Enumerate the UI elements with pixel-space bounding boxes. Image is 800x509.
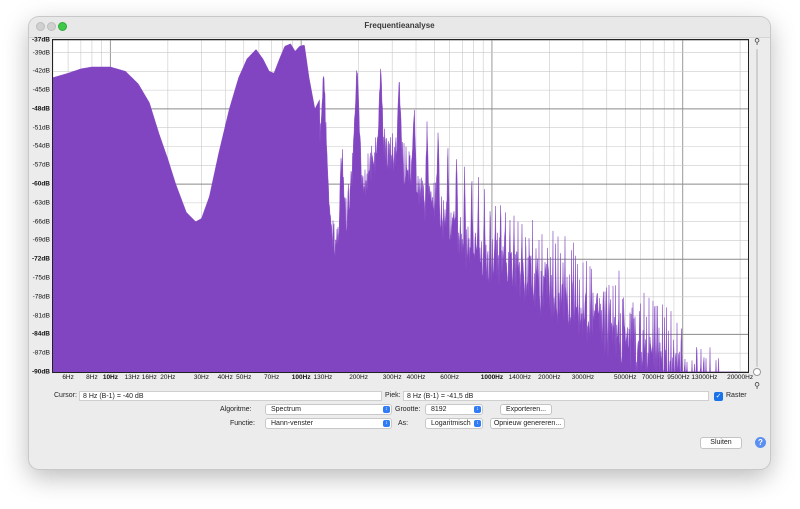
axis-select[interactable]: Logaritmisch ↕ (425, 418, 483, 429)
axis-value: Logaritmisch (431, 420, 471, 427)
x-tick-label: 400Hz (406, 374, 426, 381)
zoom-slider-track[interactable] (756, 49, 758, 367)
x-tick-label: 13000Hz (691, 374, 718, 381)
title-bar: Frequentieanalyse (29, 17, 770, 38)
size-value: 8192 (431, 406, 447, 413)
y-tick-label: -66dB (32, 218, 50, 226)
size-select[interactable]: 8192 ↕ (425, 404, 483, 415)
x-tick-label: 70Hz (264, 374, 280, 381)
algorithm-label: Algoritme: (220, 406, 252, 413)
x-tick-label: 13Hz (124, 374, 140, 381)
chevron-updown-icon: ↕ (383, 406, 390, 413)
chevron-updown-icon: ↕ (383, 420, 390, 427)
x-tick-label: 2000Hz (538, 374, 561, 381)
x-axis: 6Hz 8Hz 10Hz 13Hz 16Hz 20Hz 30Hz 40Hz 50Hz 70Hz 10… (52, 373, 753, 383)
x-tick-label: 5000Hz (614, 374, 637, 381)
window-title: Frequentieanalyse (364, 21, 435, 30)
y-tick-label: -42dB (32, 67, 50, 75)
y-tick-label: -72dB (31, 255, 50, 263)
cursor-label: Cursor: (54, 392, 77, 399)
cursor-readout: 8 Hz (B-1) = -40 dB (79, 391, 382, 401)
x-tick-label: 130Hz (313, 374, 333, 381)
peak-readout: 8 Hz (B-1) = -41,5 dB (403, 391, 709, 401)
close-button[interactable]: Sluiten (700, 437, 742, 449)
y-tick-label: -54dB (32, 142, 50, 150)
peak-label: Piek: (385, 392, 401, 399)
y-tick-label: -69dB (32, 236, 50, 244)
x-tick-label: 16Hz (141, 374, 157, 381)
algorithm-select[interactable]: Spectrum ↕ (265, 404, 392, 415)
y-tick-label: -45dB (32, 86, 50, 94)
y-tick-label: -63dB (32, 199, 50, 207)
x-tick-label: 50Hz (236, 374, 252, 381)
x-tick-label: 20Hz (160, 374, 176, 381)
x-tick-label: 9500Hz (667, 374, 690, 381)
y-tick-label: -57dB (32, 161, 50, 169)
x-tick-label: 200Hz (349, 374, 368, 381)
y-tick-label: -48dB (31, 105, 50, 113)
x-tick-label: 100Hz (291, 374, 311, 381)
frequency-analysis-window: Frequentieanalyse -37dB -39dB -42dB -45dB -4… (29, 17, 770, 469)
x-tick-label: 1000Hz (480, 374, 504, 381)
spectrum-area (53, 43, 738, 372)
spectrum-plot[interactable] (52, 39, 749, 373)
zoom-out-icon[interactable]: ⚲ (753, 382, 761, 390)
axis-label: As: (398, 420, 409, 427)
y-tick-label: -75dB (32, 274, 50, 282)
export-button[interactable]: Exporteren... (500, 404, 552, 415)
x-tick-label: 8Hz (86, 374, 98, 381)
function-label: Functie: (230, 420, 255, 427)
x-tick-label: 1400Hz (508, 374, 531, 381)
vertical-zoom-control[interactable]: ⚲ ⚲ (751, 37, 763, 390)
x-tick-label: 20000Hz (727, 374, 754, 381)
algorithm-value: Spectrum (271, 406, 301, 413)
x-tick-label: 40Hz (217, 374, 233, 381)
y-tick-label: -51dB (32, 124, 50, 132)
x-tick-label: 600Hz (440, 374, 460, 381)
function-select[interactable]: Hann-venster ↕ (265, 418, 392, 429)
x-tick-label: 7000Hz (641, 374, 665, 381)
y-tick-label: -78dB (32, 293, 50, 301)
y-tick-label: -90dB (31, 368, 50, 376)
y-tick-label: -84dB (31, 330, 50, 338)
chevron-updown-icon: ↕ (474, 406, 481, 413)
zoom-in-icon[interactable]: ⚲ (753, 38, 761, 46)
y-axis: -37dB -39dB -42dB -45dB -48dB -51dB -54dB -57dB… (29, 36, 52, 376)
x-tick-label: 30Hz (193, 374, 210, 381)
x-tick-label: 300Hz (382, 374, 402, 381)
function-value: Hann-venster (271, 420, 314, 427)
y-tick-label: -81dB (32, 312, 50, 320)
size-label: Grootte: (395, 406, 421, 413)
x-tick-label: 6Hz (62, 374, 74, 381)
grid-label: Raster (726, 392, 747, 399)
y-tick-label: -37dB (31, 36, 50, 44)
x-tick-label: 3000Hz (571, 374, 595, 381)
chevron-updown-icon: ↕ (474, 420, 481, 427)
grid-checkbox[interactable]: ✓ (714, 392, 723, 401)
spectrum-svg[interactable] (53, 40, 748, 372)
y-tick-label: -60dB (31, 180, 50, 188)
y-tick-label: -87dB (32, 349, 50, 357)
x-tick-label: 10Hz (102, 374, 119, 381)
help-icon[interactable]: ? (755, 437, 766, 448)
zoom-slider-thumb[interactable] (753, 368, 761, 376)
y-tick-label: -39dB (32, 49, 50, 57)
regenerate-button[interactable]: Opnieuw genereren... (490, 418, 565, 429)
